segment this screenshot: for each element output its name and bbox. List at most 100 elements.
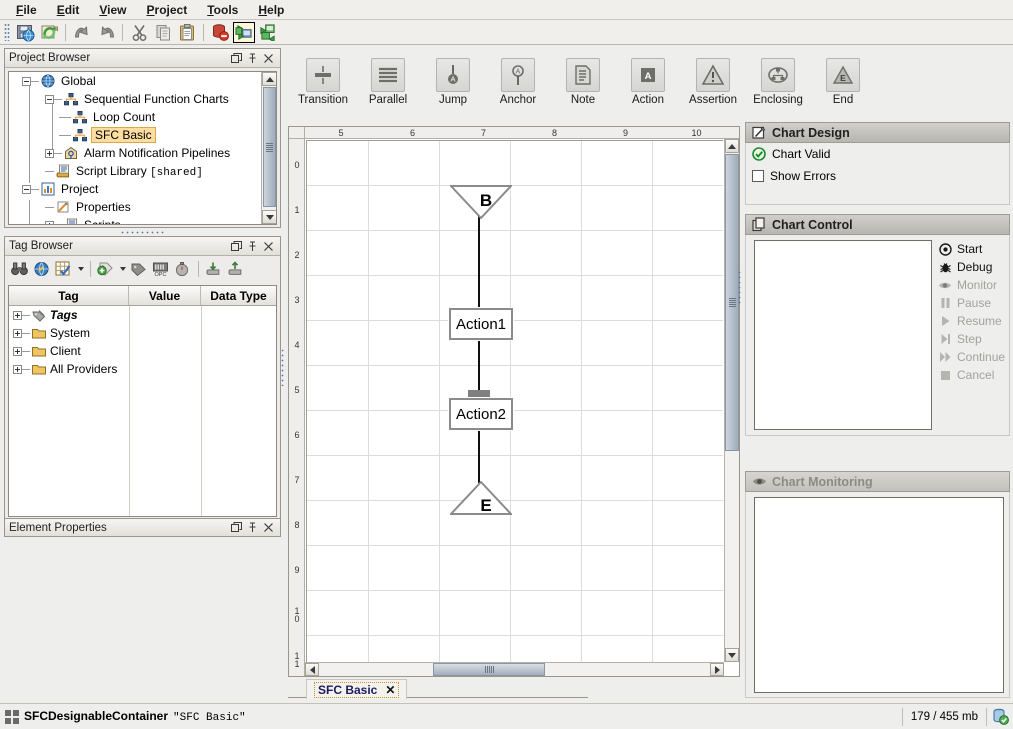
dropdown-caret-icon[interactable] — [75, 260, 86, 278]
expander-minus-icon[interactable] — [22, 77, 31, 86]
paste-icon[interactable] — [176, 22, 198, 43]
menu-edit[interactable]: Edit — [47, 1, 90, 19]
project-tree[interactable]: Global Sequential Function Charts — [8, 71, 277, 225]
cut-icon[interactable] — [128, 22, 150, 43]
float-icon[interactable] — [229, 520, 244, 535]
palette-item-note[interactable]: Note — [552, 58, 614, 106]
tree-node-loop-count[interactable]: Loop Count — [9, 108, 276, 126]
pin-icon[interactable] — [245, 51, 260, 66]
column-header-tag[interactable]: Tag — [9, 286, 129, 305]
table-row[interactable]: Tags — [9, 306, 276, 324]
show-errors-checkbox[interactable] — [752, 170, 764, 182]
palette-item-parallel[interactable]: Parallel — [357, 58, 419, 106]
tree-node-sequential-function-charts[interactable]: Sequential Function Charts — [9, 90, 276, 108]
sfc-action-step-2[interactable]: Action2 — [449, 398, 513, 430]
show-errors-row[interactable]: Show Errors — [746, 165, 1009, 187]
palette-item-anchor[interactable]: A Anchor — [487, 58, 549, 106]
menu-tools[interactable]: Tools — [197, 1, 248, 19]
sfc-chart-editor[interactable]: 5 6 7 8 9 10 0 1 2 3 4 5 6 7 8 9 10 11 — [288, 126, 740, 677]
close-icon[interactable] — [261, 520, 276, 535]
designer-comm-icon[interactable] — [233, 22, 255, 43]
chart-action-start[interactable]: Start — [936, 240, 1008, 258]
sfc-begin-step[interactable]: B — [450, 185, 512, 219]
palette-item-assertion[interactable]: Assertion — [682, 58, 744, 106]
menu-help[interactable]: Help — [248, 1, 294, 19]
menu-view[interactable]: View — [89, 1, 136, 19]
sfc-action-step-1[interactable]: Action1 — [449, 308, 513, 340]
chart-monitoring-list[interactable] — [754, 497, 1004, 693]
tree-node-global[interactable]: Global — [9, 72, 276, 90]
menu-project[interactable]: Project — [137, 1, 198, 19]
pin-icon[interactable] — [245, 239, 260, 254]
expander-minus-icon[interactable] — [45, 95, 54, 104]
palette-item-jump[interactable]: A Jump — [422, 58, 484, 106]
expander-plus-icon[interactable] — [13, 365, 22, 374]
sfc-end-step[interactable]: E — [450, 481, 512, 515]
expander-plus-icon[interactable] — [45, 221, 54, 226]
table-row[interactable]: System — [9, 324, 276, 342]
tree-node-script-library[interactable]: Script Library [shared] — [9, 162, 276, 180]
gateway-comm-icon[interactable] — [257, 22, 279, 43]
scroll-down-button[interactable] — [262, 210, 277, 224]
column-header-value[interactable]: Value — [129, 286, 201, 305]
scrollbar-thumb-vertical[interactable] — [725, 154, 739, 451]
undo-icon[interactable] — [71, 22, 93, 43]
save-icon[interactable] — [14, 22, 36, 43]
tab-sfc-basic[interactable]: SFC Basic ✕ — [306, 679, 407, 699]
redo-icon[interactable] — [95, 22, 117, 43]
tree-node-alarm-notification-pipelines[interactable]: Alarm Notification Pipelines — [9, 144, 276, 162]
chart-instance-list[interactable] — [754, 240, 932, 430]
tab-close-icon[interactable]: ✕ — [385, 683, 395, 697]
palette-item-enclosing[interactable]: Enclosing — [747, 58, 809, 106]
tree-node-properties[interactable]: Properties — [9, 198, 276, 216]
scrollbar-thumb-horizontal[interactable] — [433, 663, 545, 676]
close-icon[interactable] — [261, 239, 276, 254]
float-icon[interactable] — [229, 239, 244, 254]
scroll-right-button[interactable] — [710, 663, 724, 676]
tree-node-project[interactable]: Project — [9, 180, 276, 198]
new-tag-icon[interactable] — [95, 259, 115, 279]
tree-node-sfc-basic[interactable]: SFC Basic — [9, 126, 276, 144]
canvas-vertical-scrollbar[interactable] — [724, 139, 739, 662]
toolbar-grip[interactable] — [4, 23, 10, 41]
palette-item-transition[interactable]: Transition — [292, 58, 354, 106]
vertical-splitter[interactable] — [281, 348, 284, 386]
memory-indicator[interactable]: 179 / 455 mb — [902, 708, 1013, 726]
import-icon[interactable] — [203, 259, 223, 279]
tree-node-scripts[interactable]: Scripts — [9, 216, 276, 225]
tag-grid-icon[interactable] — [53, 259, 73, 279]
project-tree-scrollbar[interactable] — [261, 72, 276, 224]
expander-plus-icon[interactable] — [13, 311, 22, 320]
expander-plus-icon[interactable] — [45, 149, 54, 158]
opc-icon[interactable]: OPC — [150, 259, 170, 279]
palette-item-end[interactable]: E End — [812, 58, 874, 106]
canvas-horizontal-scrollbar[interactable] — [305, 662, 724, 676]
dropdown-caret-icon[interactable] — [117, 260, 128, 278]
scroll-up-button[interactable] — [262, 72, 277, 86]
copy-icon[interactable] — [152, 22, 174, 43]
column-header-datatype[interactable]: Data Type — [201, 286, 276, 305]
expander-plus-icon[interactable] — [13, 329, 22, 338]
close-icon[interactable] — [261, 51, 276, 66]
tag-browse-icon[interactable] — [31, 259, 51, 279]
binoculars-icon[interactable] — [9, 259, 29, 279]
scroll-up-button[interactable] — [725, 139, 739, 153]
database-blocked-icon[interactable] — [209, 22, 231, 43]
right-dock-splitter[interactable] — [738, 270, 741, 306]
table-row[interactable]: Client — [9, 342, 276, 360]
tag-table[interactable]: Tag Value Data Type — [8, 285, 277, 517]
float-icon[interactable] — [229, 51, 244, 66]
chart-action-debug[interactable]: Debug — [936, 258, 1008, 276]
scrollbar-thumb[interactable] — [263, 87, 276, 207]
memory-ok-icon[interactable] — [987, 708, 1013, 725]
sfc-transition[interactable] — [468, 390, 490, 397]
palette-item-action[interactable]: A Action — [617, 58, 679, 106]
refresh-icon[interactable] — [38, 22, 60, 43]
tag-icon[interactable] — [128, 259, 148, 279]
timer-icon[interactable] — [172, 259, 192, 279]
table-row[interactable]: All Providers — [9, 360, 276, 378]
panel-resize-handle[interactable] — [4, 229, 281, 235]
chart-canvas[interactable]: B Action1 Action2 E — [306, 140, 723, 662]
menu-file[interactable]: File — [6, 1, 47, 19]
export-icon[interactable] — [225, 259, 245, 279]
